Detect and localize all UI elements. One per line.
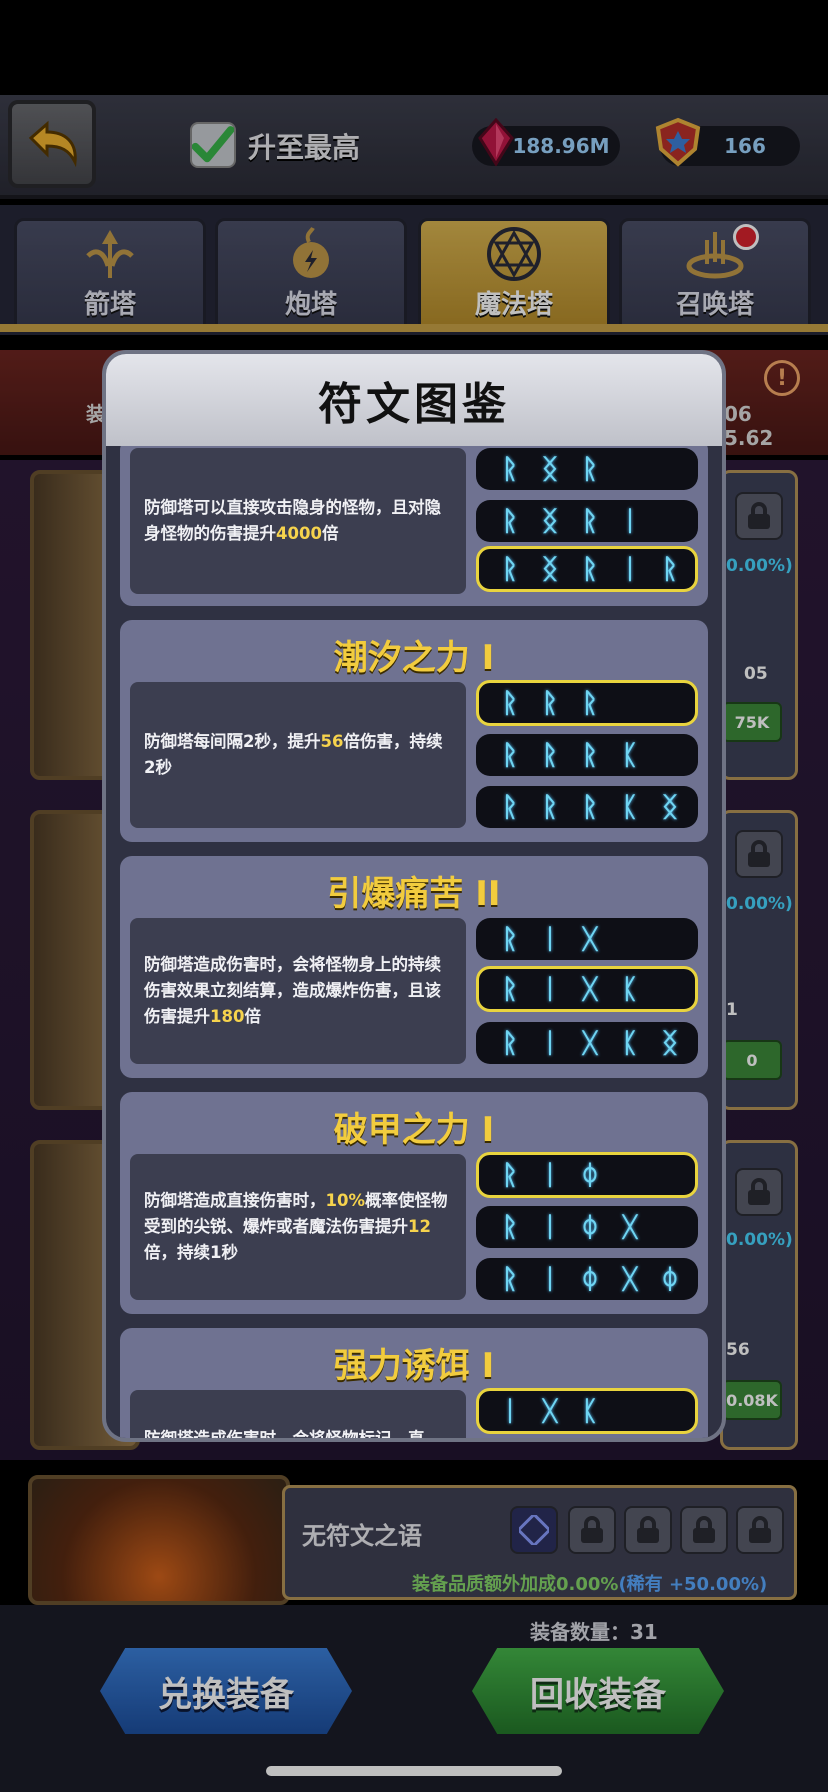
rune-glyph-icon: ᚱ bbox=[501, 739, 519, 771]
rune-glyph-icon: ᚱ bbox=[501, 453, 519, 485]
rune-glyph-icon: ᚱ bbox=[581, 453, 599, 485]
rune-glyph-icon: ᚱ bbox=[501, 1211, 519, 1243]
rune-glyph-icon: ᛁ bbox=[541, 1159, 559, 1191]
rune-title: 引爆痛苦 II bbox=[327, 874, 501, 914]
rune-glyph-icon: ᚱ bbox=[541, 687, 559, 719]
rune-combo-1[interactable]: ᚱᛁᚷᛕ bbox=[476, 966, 698, 1012]
rune-description: 防御塔可以直接攻击隐身的怪物，且对隐身怪物的伤害提升4000倍 bbox=[144, 498, 441, 543]
rune-glyph-icon: ᛕ bbox=[581, 1395, 599, 1427]
rune-combo-1[interactable]: ᚱᛝᚱᛁ bbox=[476, 500, 698, 542]
rune-glyph-icon: ᚱ bbox=[501, 1159, 519, 1191]
rune-glyph-icon: ᛁ bbox=[541, 973, 559, 1005]
rune-description-box: 防御塔造成伤害时，会将怪物身上的持续伤害效果立刻结算，造成爆炸伤害，且该伤害提升… bbox=[130, 918, 466, 1064]
rune-glyph-icon: ᚱ bbox=[501, 923, 519, 955]
rune-description: 防御塔造成伤害时，会将怪物身上的持续伤害效果立刻结算，造成爆炸伤害，且该伤害提升… bbox=[144, 955, 441, 1026]
rune-combo-1[interactable]: ᚱᚱᚱᛕ bbox=[476, 734, 698, 776]
rune-glyph-icon: ᛁ bbox=[621, 553, 639, 585]
rune-title: 破甲之力 I bbox=[333, 1110, 495, 1150]
rune-glyph-icon: ᚱ bbox=[501, 505, 519, 537]
rune-combo-1[interactable]: ᚱᛁᛰᚷ bbox=[476, 1206, 698, 1248]
status-bar bbox=[0, 0, 828, 95]
rune-description: 防御塔每间隔2秒，提升56倍伤害，持续2秒 bbox=[144, 732, 443, 777]
rune-glyph-icon: ᚱ bbox=[501, 687, 519, 719]
rune-glyph-icon: ᚱ bbox=[501, 1263, 519, 1295]
rune-glyph-icon: ᚱ bbox=[581, 791, 599, 823]
rune-combo-2[interactable]: ᚱᛁᛰᚷᛰ bbox=[476, 1258, 698, 1300]
rune-glyph-icon: ᚱ bbox=[501, 973, 519, 1005]
rune-glyph-icon: ᚱ bbox=[541, 739, 559, 771]
rune-glyph-icon: ᚷ bbox=[581, 973, 599, 1005]
rune-glyph-icon: ᚱ bbox=[541, 791, 559, 823]
rune-entry: 潮汐之力 I 防御塔每间隔2秒，提升56倍伤害，持续2秒 ᚱᚱᚱ ᚱᚱᚱᛕ ᚱᚱ… bbox=[120, 620, 708, 842]
rune-glyph-icon: ᛝ bbox=[541, 453, 559, 485]
rune-glyph-icon: ᚱ bbox=[581, 553, 599, 585]
rune-glyph-icon: ᚷ bbox=[621, 1211, 639, 1243]
rune-description-box: 防御塔每间隔2秒，提升56倍伤害，持续2秒 bbox=[130, 682, 466, 828]
rune-glyph-icon: ᛝ bbox=[661, 791, 679, 823]
rune-glyph-icon: ᚷ bbox=[541, 1395, 559, 1427]
rune-combo-0[interactable]: ᚱᛝᚱ bbox=[476, 448, 698, 490]
rune-description-box: 防御塔造成伤害时，会将怪物标记，直 bbox=[130, 1390, 466, 1438]
rune-glyph-icon: ᛕ bbox=[621, 973, 639, 1005]
rune-entry: 引爆痛苦 II 防御塔造成伤害时，会将怪物身上的持续伤害效果立刻结算，造成爆炸伤… bbox=[120, 856, 708, 1078]
rune-glyph-icon: ᚷ bbox=[581, 1027, 599, 1059]
rune-combo-0[interactable]: ᚱᛁᚷ bbox=[476, 918, 698, 960]
rune-description: 防御塔造成伤害时，会将怪物标记，直 bbox=[144, 1426, 425, 1438]
rune-glyph-icon: ᛰ bbox=[661, 1263, 679, 1295]
rune-glyph-icon: ᚷ bbox=[621, 1263, 639, 1295]
rune-glyph-icon: ᛝ bbox=[661, 1027, 679, 1059]
rune-codex-modal: 符文图鉴 防御塔可以直接攻击隐身的怪物，且对隐身怪物的伤害提升4000倍 ᚱᛝᚱ… bbox=[102, 350, 726, 1442]
rune-combo-2[interactable]: ᚱᚱᚱᛕᛝ bbox=[476, 786, 698, 828]
rune-glyph-icon: ᚱ bbox=[501, 791, 519, 823]
rune-glyph-icon: ᚱ bbox=[661, 553, 679, 585]
rune-description: 防御塔造成直接伤害时，10%概率使怪物受到的尖锐、爆炸或者魔法伤害提升12倍，持… bbox=[144, 1191, 448, 1262]
modal-title: 符文图鉴 bbox=[318, 379, 510, 430]
rune-glyph-icon: ᚱ bbox=[581, 739, 599, 771]
rune-list[interactable]: 防御塔可以直接攻击隐身的怪物，且对隐身怪物的伤害提升4000倍 ᚱᛝᚱ ᚱᛝᚱᛁ… bbox=[106, 446, 722, 1438]
rune-glyph-icon: ᛝ bbox=[541, 505, 559, 537]
rune-glyph-icon: ᛕ bbox=[621, 1027, 639, 1059]
rune-glyph-icon: ᛕ bbox=[621, 739, 639, 771]
rune-glyph-icon: ᛝ bbox=[541, 553, 559, 585]
rune-combo-2[interactable]: ᚱᛝᚱᛁᚱ bbox=[476, 546, 698, 592]
rune-description-box: 防御塔造成直接伤害时，10%概率使怪物受到的尖锐、爆炸或者魔法伤害提升12倍，持… bbox=[130, 1154, 466, 1300]
rune-glyph-icon: ᛰ bbox=[581, 1263, 599, 1295]
rune-glyph-icon: ᛕ bbox=[621, 791, 639, 823]
rune-glyph-icon: ᛰ bbox=[581, 1159, 599, 1191]
rune-entry: 强力诱饵 I 防御塔造成伤害时，会将怪物标记，直 ᛁᚷᛕ bbox=[120, 1328, 708, 1438]
modal-header: 符文图鉴 bbox=[106, 354, 722, 446]
rune-glyph-icon: ᚱ bbox=[501, 1027, 519, 1059]
rune-glyph-icon: ᛁ bbox=[541, 1027, 559, 1059]
rune-entry: 防御塔可以直接攻击隐身的怪物，且对隐身怪物的伤害提升4000倍 ᚱᛝᚱ ᚱᛝᚱᛁ… bbox=[120, 446, 708, 606]
rune-combo-0[interactable]: ᚱᚱᚱ bbox=[476, 680, 698, 726]
rune-glyph-icon: ᛁ bbox=[541, 1211, 559, 1243]
rune-combo-2[interactable]: ᚱᛁᚷᛕᛝ bbox=[476, 1022, 698, 1064]
rune-glyph-icon: ᚷ bbox=[581, 923, 599, 955]
rune-glyph-icon: ᚱ bbox=[501, 553, 519, 585]
rune-title: 潮汐之力 I bbox=[333, 638, 495, 678]
rune-description-box: 防御塔可以直接攻击隐身的怪物，且对隐身怪物的伤害提升4000倍 bbox=[130, 448, 466, 594]
rune-title: 强力诱饵 I bbox=[333, 1346, 495, 1386]
rune-glyph-icon: ᛁ bbox=[501, 1395, 519, 1427]
rune-combo-0[interactable]: ᚱᛁᛰ bbox=[476, 1152, 698, 1198]
rune-glyph-icon: ᚱ bbox=[581, 505, 599, 537]
rune-glyph-icon: ᛁ bbox=[541, 923, 559, 955]
rune-glyph-icon: ᛰ bbox=[581, 1211, 599, 1243]
rune-combo-0[interactable]: ᛁᚷᛕ bbox=[476, 1388, 698, 1434]
rune-glyph-icon: ᛁ bbox=[621, 505, 639, 537]
rune-entry: 破甲之力 I 防御塔造成直接伤害时，10%概率使怪物受到的尖锐、爆炸或者魔法伤害… bbox=[120, 1092, 708, 1314]
rune-glyph-icon: ᚱ bbox=[581, 687, 599, 719]
rune-glyph-icon: ᛁ bbox=[541, 1263, 559, 1295]
